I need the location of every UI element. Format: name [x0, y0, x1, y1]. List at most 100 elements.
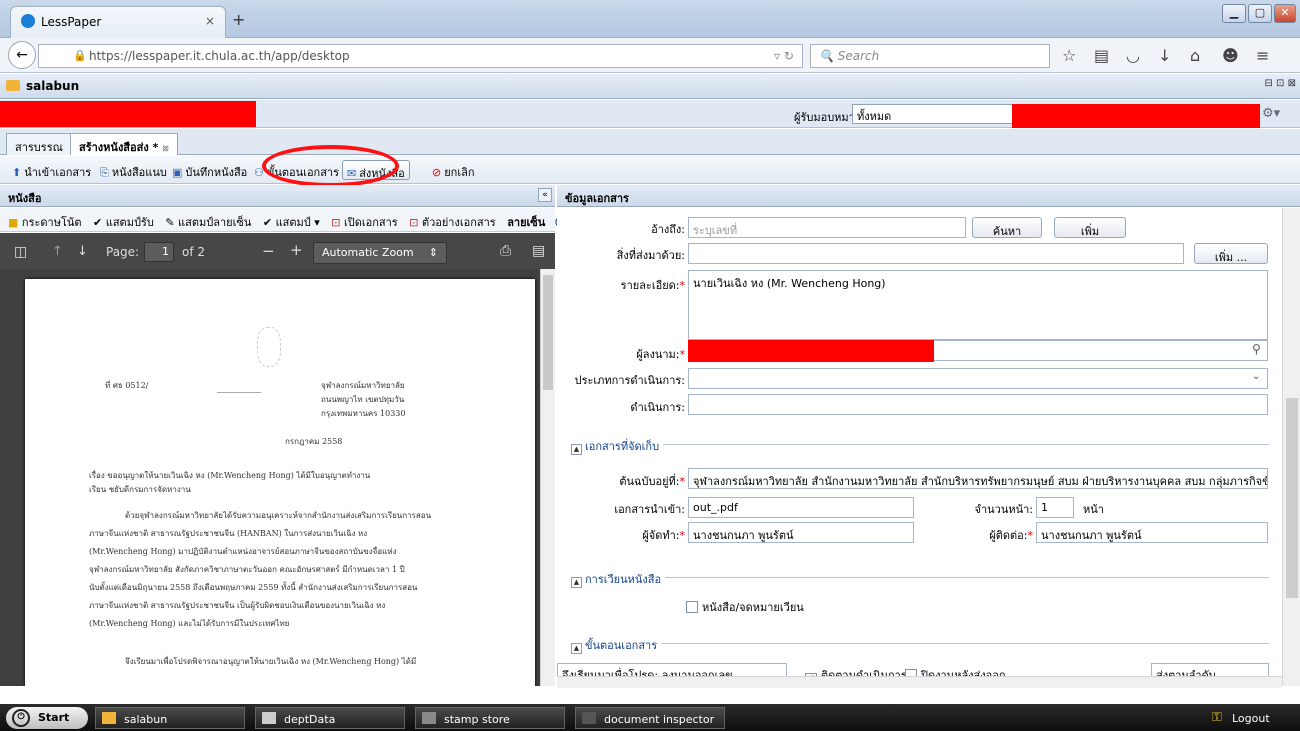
logout-label: Logout [1232, 712, 1270, 725]
action-type-select[interactable] [688, 368, 1268, 389]
page-number-input[interactable]: 1 [144, 242, 174, 262]
search-ref-button[interactable]: ค้นหา [972, 217, 1042, 238]
reading-list-icon[interactable]: ▤ [1094, 46, 1109, 65]
cancel-button[interactable]: ⊘ ยกเลิก [428, 160, 479, 180]
enclosure-input[interactable] [688, 243, 1184, 264]
prev-page-icon[interactable]: ↑ [52, 244, 63, 259]
required-marker: * [1027, 529, 1034, 542]
stamp-receive-tool[interactable]: ✔ แสตมป์รับ [93, 216, 154, 229]
settings-gear-icon[interactable]: ⚙▾ [1262, 106, 1280, 121]
zoom-in-icon[interactable]: + [290, 241, 303, 259]
form-horizontal-scrollbar[interactable] [557, 676, 1282, 688]
stamp-tool[interactable]: ✔ แสตมป์ ▾ [263, 216, 320, 229]
tab-label: สารบรรณ [15, 141, 63, 154]
imported-input[interactable]: out_.pdf [688, 497, 914, 518]
pdf-viewer[interactable]: ที่ ศธ 0512/ จุฬาลงกรณ์มหาวิทยาลัย ถนนพญ… [0, 269, 540, 686]
maximize-button[interactable]: ▢ [1248, 4, 1272, 23]
add-enclosure-button[interactable]: เพิ่ม ... [1194, 243, 1268, 264]
note-tool[interactable]: ■ กระดาษโน้ต [8, 216, 82, 229]
action-input[interactable] [688, 394, 1268, 415]
attach-button[interactable]: ⎘ หนังสือแนบ [96, 160, 171, 180]
app-window-controls[interactable]: ⊟ ⊡ ⊠ [1265, 78, 1297, 89]
print-icon[interactable]: ⎙ [500, 243, 511, 259]
stamp-receive-label: แสตมป์รับ [105, 216, 154, 229]
steps-section[interactable]: ▲ ขั้นตอนเอกสาร [567, 636, 662, 654]
circular-checkbox[interactable] [686, 601, 698, 613]
collapse-icon[interactable]: ▲ [571, 643, 582, 654]
origin-input[interactable]: จุฬาลงกรณ์มหาวิทยาลัย สำนักงานมหาวิทยาลั… [688, 468, 1268, 489]
sample-doc-tool[interactable]: ⊡ ตัวอย่างเอกสาร [409, 216, 495, 229]
menu-icon[interactable]: ≡ [1256, 46, 1269, 65]
save-button[interactable]: ▣ บันทึกหนังสือ [168, 160, 251, 180]
open-doc-tool[interactable]: ⊡ เปิดเอกสาร [331, 216, 397, 229]
import-button[interactable]: ⬆ นำเข้าเอกสาร [8, 160, 95, 180]
assignee-select[interactable]: ทั้งหมด [852, 104, 1014, 124]
pdf-date: กรกฎาคม 2558 [285, 437, 343, 446]
start-button[interactable]: ⏻ Start [6, 707, 88, 729]
ref-input[interactable]: ระบุเลขที่ [688, 217, 966, 238]
note-label: กระดาษโน้ต [21, 216, 82, 229]
signature-tool[interactable]: ลายเซ็น [507, 216, 545, 229]
tab-saraban[interactable]: สารบรรณ [6, 133, 72, 155]
storage-section[interactable]: ▲ เอกสารที่จัดเก็บ [567, 437, 664, 455]
scroll-thumb[interactable] [543, 275, 553, 390]
form-scrollbar[interactable] [1282, 208, 1300, 686]
task-deptdata[interactable]: deptData [255, 707, 405, 729]
task-document-inspector[interactable]: document inspector [575, 707, 725, 729]
browser-tab[interactable]: LessPaper × [10, 6, 226, 38]
reload-icon[interactable]: ▿ ↻ [774, 49, 794, 63]
search-icon[interactable]: ⚲ [1252, 342, 1261, 356]
stamp-sign-label: แสตมป์ลายเซ็น [178, 216, 252, 229]
pocket-icon[interactable]: ◡ [1126, 46, 1140, 65]
collapse-icon[interactable]: « [538, 188, 552, 202]
task-salabun[interactable]: salabun [95, 707, 245, 729]
pdf-paragraph-line: (Mr.Wencheng Hong) มาปฏิบัติงานตำแหน่งอา… [89, 547, 397, 556]
zoom-out-icon[interactable]: − [262, 242, 275, 260]
circular-section[interactable]: ▲ การเวียนหนังสือ [567, 570, 666, 588]
back-button[interactable]: ← [8, 41, 36, 69]
pdf-paragraph-line: จุฬาลงกรณ์มหาวิทยาลัย สังกัดภาควิชาภาษาต… [89, 565, 405, 574]
collapse-icon[interactable]: ▲ [571, 577, 582, 588]
pdf-address-line: จุฬาลงกรณ์มหาวิทยาลัย [321, 381, 405, 390]
url-bar[interactable]: 🔒 https://lesspaper.it.chula.ac.th/app/d… [38, 44, 803, 68]
download-icon[interactable]: ↓ [1158, 46, 1171, 65]
action-label: ดำเนินการ: [630, 401, 685, 414]
circular-checkbox-row[interactable]: หนังสือ/จดหมายเวียน [686, 598, 804, 616]
new-tab-button[interactable]: + [232, 10, 245, 29]
close-window-button[interactable]: ✕ [1274, 4, 1296, 23]
collapse-icon[interactable]: ▲ [571, 444, 582, 455]
detail-label-text: รายละเอียด: [620, 279, 680, 292]
close-tab-icon[interactable]: × [205, 14, 215, 28]
chat-icon[interactable]: ☻ [1222, 46, 1239, 65]
next-page-icon[interactable]: ↓ [77, 244, 88, 259]
pdf-subject: เรื่อง ขออนุญาตให้นายเวินเฉิง หง (Mr.Wen… [89, 471, 371, 480]
stamp-sign-tool[interactable]: ✎ แสตมป์ลายเซ็น [165, 216, 251, 229]
detail-label: รายละเอียด:* [557, 276, 685, 294]
home-icon[interactable]: ⌂ [1190, 46, 1200, 65]
pages-input[interactable]: 1 [1036, 497, 1074, 518]
scroll-thumb[interactable] [1286, 398, 1298, 598]
sidebar-toggle-icon[interactable]: ◫ [14, 244, 27, 260]
task-stamp-store[interactable]: stamp store [415, 707, 565, 729]
pdf-scrollbar[interactable] [540, 269, 555, 686]
author-input[interactable]: นางชนกนภา พูนรัตน์ [688, 522, 914, 543]
pages-unit: หน้า [1083, 503, 1104, 516]
logout-button[interactable]: ⚿ Logout [1208, 707, 1294, 729]
right-panel-header: ข้อมูลเอกสาร [557, 185, 1300, 207]
tab-create-outgoing[interactable]: สร้างหนังสือส่ง * ⊠ [70, 133, 178, 155]
close-tab-icon[interactable]: ⊠ [162, 144, 169, 153]
pages-label: จำนวนหน้า: [974, 503, 1034, 516]
contact-input[interactable]: นางชนกนภา พูนรัตน์ [1036, 522, 1268, 543]
chevron-down-icon[interactable]: ⌄ [1252, 371, 1260, 382]
download-pdf-icon[interactable]: ▤ [532, 243, 545, 259]
bookmark-star-icon[interactable]: ☆ [1062, 46, 1076, 65]
zoom-select[interactable]: Automatic Zoom ⇕ [313, 242, 447, 264]
search-input[interactable]: 🔍 Search [810, 44, 1050, 68]
detail-textarea[interactable]: นายเวินเฉิง หง (Mr. Wencheng Hong) [688, 270, 1268, 340]
minimize-button[interactable]: ▁ [1222, 4, 1246, 23]
redacted-user-info [0, 101, 256, 127]
annotation-circle [262, 145, 399, 187]
required-marker: * [679, 475, 686, 488]
add-ref-button[interactable]: เพิ่ม [1054, 217, 1126, 238]
stamp-label: แสตมป์ [275, 216, 311, 229]
